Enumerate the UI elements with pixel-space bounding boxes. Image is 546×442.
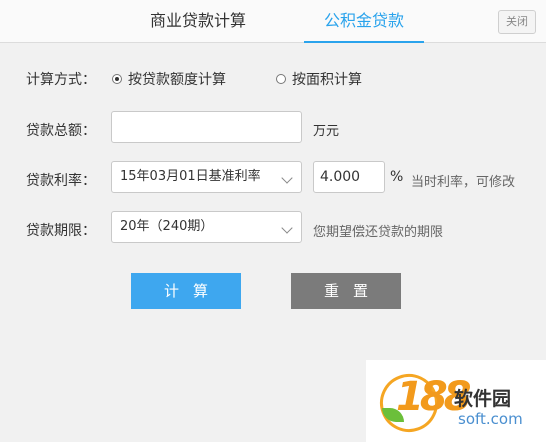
tab-provident-fund-loan[interactable]: 公积金贷款 — [304, 0, 424, 43]
site-watermark-logo: 188 软件园 soft.com — [366, 360, 546, 442]
radio-unchecked-icon — [276, 74, 286, 84]
rate-unit: % — [390, 169, 404, 185]
rate-value-input[interactable]: 4.000 — [313, 161, 385, 193]
amount-unit: 万元 — [313, 124, 340, 139]
method-label: 计算方式： — [26, 72, 96, 88]
rate-select[interactable]: 15年03月01日基准利率 — [111, 161, 302, 193]
amount-label: 贷款总额： — [26, 123, 96, 139]
rate-select-value: 15年03月01日基准利率 — [120, 169, 261, 184]
logo-name: 软件园 — [454, 388, 512, 410]
tab-bar: 商业贷款计算 公积金贷款 关闭 — [0, 0, 546, 43]
close-button[interactable]: 关闭 — [498, 10, 536, 34]
radio-by-area-label: 按面积计算 — [292, 72, 362, 88]
radio-by-amount[interactable]: 按贷款额度计算 — [112, 69, 226, 89]
logo-site: soft.com — [458, 410, 523, 428]
radio-checked-icon — [112, 74, 122, 84]
term-select-value: 20年（240期） — [120, 219, 214, 234]
term-hint: 您期望偿还贷款的期限 — [313, 225, 444, 240]
rate-hint: 当时利率，可修改 — [411, 175, 516, 190]
active-tab-indicator — [304, 41, 424, 43]
tab-commercial-loan[interactable]: 商业贷款计算 — [118, 0, 278, 42]
radio-by-amount-label: 按贷款额度计算 — [128, 72, 226, 88]
chevron-down-icon — [281, 172, 293, 184]
loan-amount-input[interactable] — [111, 111, 302, 143]
chevron-down-icon — [281, 222, 293, 234]
rate-label: 贷款利率： — [26, 173, 96, 189]
term-select[interactable]: 20年（240期） — [111, 211, 302, 243]
tab-provident-fund-label: 公积金贷款 — [323, 11, 404, 30]
radio-by-area[interactable]: 按面积计算 — [276, 69, 362, 89]
reset-button[interactable]: 重置 — [291, 273, 401, 309]
term-label: 贷款期限： — [26, 223, 96, 239]
calculate-button[interactable]: 计算 — [131, 273, 241, 309]
